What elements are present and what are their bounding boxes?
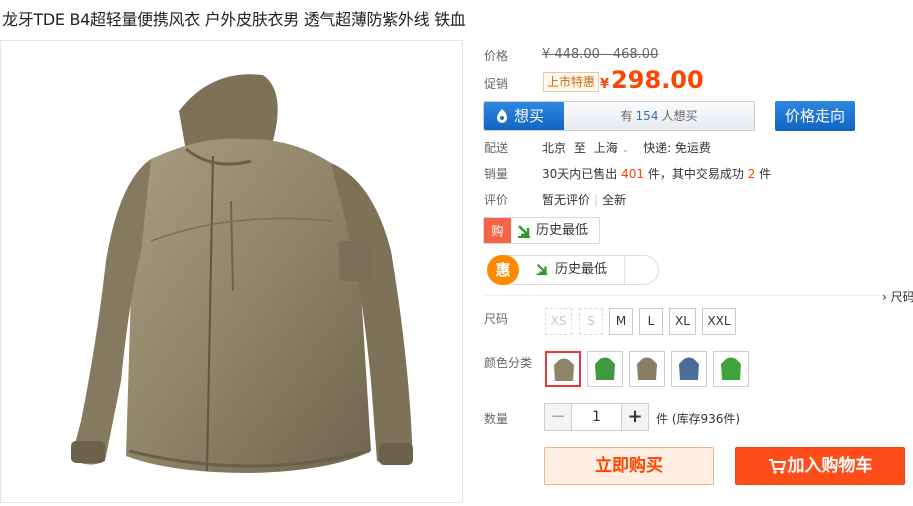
size-chart-link[interactable]: › 尺码 bbox=[882, 288, 913, 305]
history-lowest-inner: 历史最低 bbox=[521, 256, 625, 284]
sales-info: 30天内已售出 401 件，其中交易成功 2 件 bbox=[542, 165, 771, 182]
reviews-label: 评价 bbox=[484, 193, 509, 207]
jacket-thumbnail-icon bbox=[554, 358, 574, 381]
history-lowest-pill[interactable]: 惠 历史最低 bbox=[487, 255, 659, 285]
jacket-thumbnail-icon bbox=[721, 357, 741, 380]
color-swatch-5[interactable] bbox=[713, 351, 749, 387]
size-label: 尺码 bbox=[484, 312, 509, 326]
jacket-image bbox=[71, 74, 413, 473]
down-arrow-icon bbox=[536, 263, 548, 276]
add-to-cart-label: 加入购物车 bbox=[787, 456, 873, 476]
shipping-to-word: 至 bbox=[573, 141, 586, 155]
price-label: 价格 bbox=[484, 49, 509, 63]
reviews-none[interactable]: 暂无评价 bbox=[542, 193, 590, 207]
want-icon bbox=[497, 109, 507, 123]
shopping-bag-icon: 购 bbox=[484, 218, 511, 243]
jacket-thumbnail-icon bbox=[595, 357, 615, 380]
down-arrow-icon bbox=[518, 225, 530, 238]
color-swatch-3[interactable] bbox=[629, 351, 665, 387]
color-label: 颜色分类 bbox=[484, 356, 533, 370]
size-option-s: S bbox=[579, 308, 603, 335]
size-option-xxl[interactable]: XXL bbox=[702, 308, 736, 335]
promo-price: ¥298.00 bbox=[600, 66, 704, 94]
want-count-prefix: 有 bbox=[620, 109, 633, 123]
sales-success-count: 2 bbox=[747, 167, 756, 181]
product-title: 龙牙TDE B4超轻量便携风衣 户外皮肤衣男 透气超薄防紫外线 铁血 bbox=[2, 10, 466, 29]
want-count: 有 154 人想买 bbox=[564, 102, 754, 130]
want-count-suffix: 人想买 bbox=[661, 109, 698, 123]
jacket-thumbnail-icon bbox=[637, 357, 657, 380]
shipping-info: 北京 至 上海 ⌄ 快递: 免运费 bbox=[542, 139, 711, 156]
shipping-from: 北京 bbox=[542, 141, 567, 155]
quantity-label: 数量 bbox=[484, 412, 509, 426]
size-option-xs: XS bbox=[545, 308, 572, 335]
jacket-thumbnail-icon bbox=[679, 357, 699, 380]
size-option-xl[interactable]: XL bbox=[669, 308, 696, 335]
sales-suffix: 件 bbox=[759, 167, 772, 181]
sales-label: 销量 bbox=[484, 167, 509, 181]
shipping-method: 快递: 免运费 bbox=[643, 141, 711, 155]
promo-price-value: 298.00 bbox=[611, 66, 704, 94]
want-buy-label: 想买 bbox=[514, 107, 545, 125]
divider bbox=[483, 295, 913, 296]
size-option-l[interactable]: L bbox=[639, 308, 663, 335]
sales-sold-count: 401 bbox=[621, 167, 645, 181]
history-lowest-badge[interactable]: 购 历史最低 bbox=[483, 217, 600, 244]
sales-middle: 件，其中交易成功 bbox=[647, 167, 744, 181]
want-count-number: 154 bbox=[635, 109, 659, 123]
color-swatch-2[interactable] bbox=[587, 351, 623, 387]
size-option-m[interactable]: M bbox=[609, 308, 633, 335]
shipping-destination[interactable]: 上海 bbox=[594, 141, 618, 155]
original-price: ¥ 448.00 - 468.00 bbox=[542, 47, 659, 62]
history-lowest-label: 历史最低 bbox=[555, 262, 608, 277]
buy-now-button[interactable]: 立即购买 bbox=[544, 447, 714, 485]
cart-icon bbox=[768, 459, 786, 474]
discount-icon: 惠 bbox=[487, 255, 519, 285]
shipping-label: 配送 bbox=[484, 141, 509, 155]
stock-info: 件 (库存936件) bbox=[656, 412, 741, 426]
want-buy-button[interactable]: 想买 bbox=[484, 102, 564, 130]
promo-label: 促销 bbox=[484, 77, 509, 91]
price-trend-button[interactable]: 价格走向 bbox=[775, 101, 855, 131]
separator: | bbox=[594, 193, 599, 207]
quantity-decrease-button[interactable]: − bbox=[544, 403, 572, 431]
history-lowest-label: 历史最低 bbox=[536, 223, 589, 238]
reviews-new: 全新 bbox=[602, 193, 627, 207]
quantity-increase-button[interactable]: + bbox=[621, 403, 649, 431]
quantity-input[interactable]: 1 bbox=[571, 403, 622, 431]
product-image-gallery[interactable] bbox=[0, 40, 463, 503]
chevron-down-icon[interactable]: ⌄ bbox=[622, 145, 630, 155]
color-swatch-4[interactable] bbox=[671, 351, 707, 387]
sales-prefix: 30天内已售出 bbox=[542, 167, 618, 181]
reviews-info: 暂无评价 | 全新 bbox=[542, 191, 626, 208]
add-to-cart-button[interactable]: 加入购物车 bbox=[735, 447, 905, 485]
promo-tag: 上市特惠 bbox=[543, 72, 600, 92]
color-swatch-1[interactable] bbox=[545, 351, 581, 387]
want-buy-bar: 想买 有 154 人想买 bbox=[483, 101, 755, 131]
currency-symbol: ¥ bbox=[600, 77, 610, 92]
